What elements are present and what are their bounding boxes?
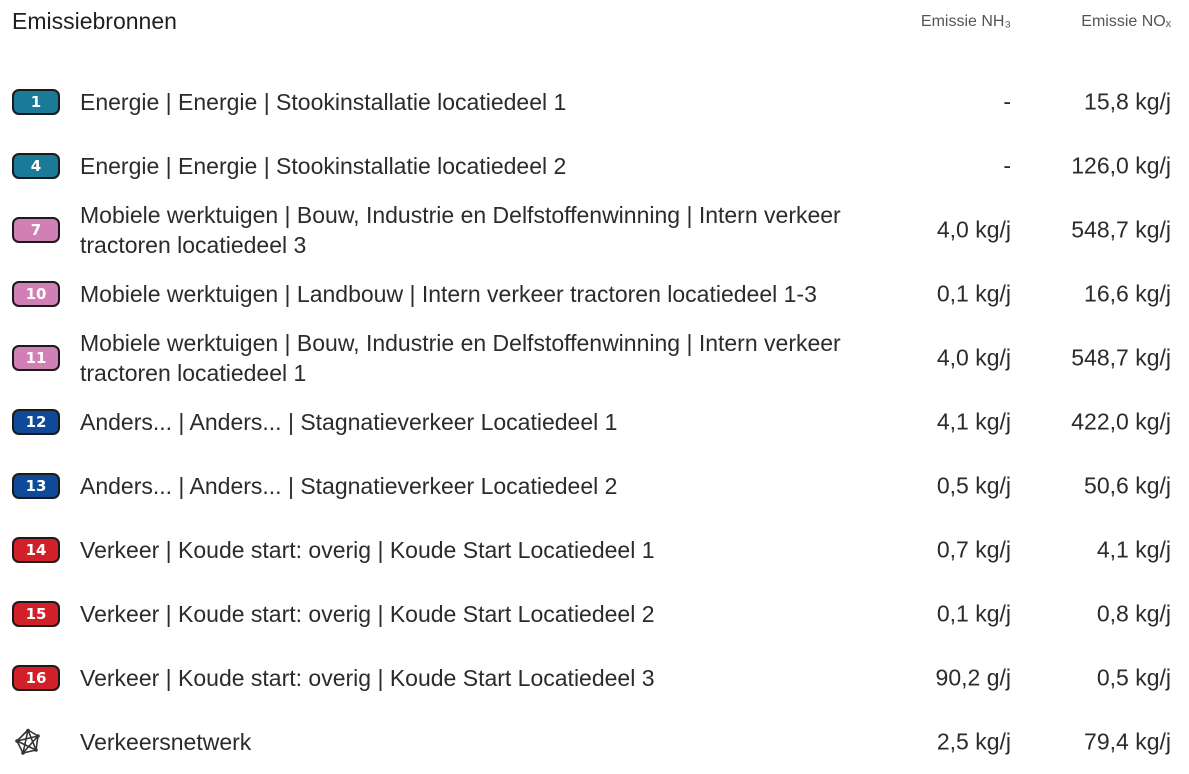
source-row[interactable]: 4 Energie | Energie | Stookinstallatie l… [0,134,1189,198]
source-id-badge: 7 [12,217,60,243]
source-row[interactable]: 16 Verkeer | Koude start: overig | Koude… [0,646,1189,710]
source-id-badge: 10 [12,281,60,307]
table-header: Emissiebronnen Emissie NH₃ Emissie NOₓ [0,0,1189,46]
source-label: Energie | Energie | Stookinstallatie loc… [80,89,567,115]
source-id-badge: 1 [12,89,60,115]
source-label: Mobiele werktuigen | Bouw, Industrie en … [80,330,841,386]
source-id-badge: 13 [12,473,60,499]
emission-source-list: 1 Energie | Energie | Stookinstallatie l… [0,70,1189,774]
source-label: Verkeer | Koude start: overig | Koude St… [80,601,655,627]
emission-nox-value: 16,6 kg/j [1084,280,1171,307]
emission-nh3-value: 0,7 kg/j [936,536,1011,563]
source-row[interactable]: 14 Verkeer | Koude start: overig | Koude… [0,518,1189,582]
source-id-badge: 11 [12,345,60,371]
source-row[interactable]: 13 Anders... | Anders... | Stagnatieverk… [0,454,1189,518]
emission-nh3-value: 4,0 kg/j [936,344,1011,371]
emission-nh3-value: - [1003,88,1011,115]
emission-nh3-value: 90,2 g/j [935,664,1011,691]
emission-nox-value: 0,8 kg/j [1096,600,1171,627]
emission-nh3-value: 4,1 kg/j [936,408,1011,435]
source-row[interactable]: 10 Mobiele werktuigen | Landbouw | Inter… [0,262,1189,326]
source-label: Mobiele werktuigen | Bouw, Industrie en … [80,202,841,258]
source-row[interactable]: 12 Anders... | Anders... | Stagnatieverk… [0,390,1189,454]
source-row[interactable]: 15 Verkeer | Koude start: overig | Koude… [0,582,1189,646]
source-label: Anders... | Anders... | Stagnatieverkeer… [80,473,618,499]
column-header-nh3: Emissie NH₃ [920,13,1011,30]
source-label: Mobiele werktuigen | Landbouw | Intern v… [80,281,817,307]
source-row[interactable]: 7 Mobiele werktuigen | Bouw, Industrie e… [0,198,1189,262]
emission-nox-value: 0,5 kg/j [1096,664,1171,691]
emission-nh3-value: - [1003,152,1011,179]
source-id-badge: 16 [12,665,60,691]
source-label: Anders... | Anders... | Stagnatieverkeer… [80,409,618,435]
emission-nh3-value: 0,1 kg/j [936,280,1011,307]
emission-nox-value: 548,7 kg/j [1071,216,1171,243]
emission-nh3-value: 4,0 kg/j [936,216,1011,243]
column-header-nox: Emissie NOₓ [1081,13,1171,30]
source-row[interactable]: 1 Energie | Energie | Stookinstallatie l… [0,70,1189,134]
emission-nh3-value: 2,5 kg/j [936,728,1011,755]
network-row[interactable]: Verkeersnetwerk 2,5 kg/j 79,4 kg/j [0,710,1189,774]
source-label: Verkeer | Koude start: overig | Koude St… [80,537,655,563]
emission-nox-value: 4,1 kg/j [1096,536,1171,563]
source-row[interactable]: 11 Mobiele werktuigen | Bouw, Industrie … [0,326,1189,390]
source-label: Energie | Energie | Stookinstallatie loc… [80,153,567,179]
source-id-badge: 15 [12,601,60,627]
source-id-badge: 14 [12,537,60,563]
emission-nox-value: 126,0 kg/j [1071,152,1171,179]
emission-nh3-value: 0,5 kg/j [936,472,1011,499]
emission-nox-value: 15,8 kg/j [1084,88,1171,115]
source-id-badge: 4 [12,153,60,179]
page-title: Emissiebronnen [12,8,177,34]
emission-nh3-value: 0,1 kg/j [936,600,1011,627]
emission-nox-value: 422,0 kg/j [1071,408,1171,435]
emission-nox-value: 79,4 kg/j [1084,728,1171,755]
emission-nox-value: 50,6 kg/j [1084,472,1171,499]
network-icon [15,728,40,755]
network-label: Verkeersnetwerk [80,729,252,755]
source-id-badge: 12 [12,409,60,435]
emission-nox-value: 548,7 kg/j [1071,344,1171,371]
source-label: Verkeer | Koude start: overig | Koude St… [80,665,655,691]
